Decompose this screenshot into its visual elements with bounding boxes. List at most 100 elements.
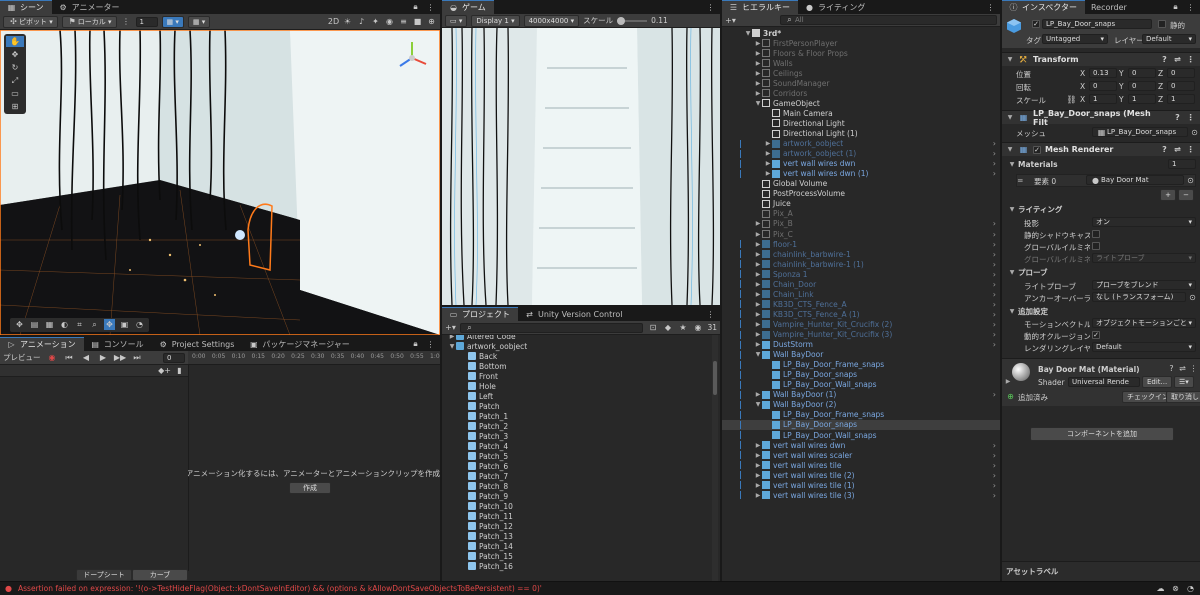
project-item[interactable]: Patch_7 [442, 471, 710, 481]
open-prefab-icon[interactable]: › [993, 219, 996, 228]
lock-icon[interactable]: 🔒︎ [410, 2, 421, 13]
prev-key-icon[interactable]: ◀ [81, 352, 92, 363]
materials-foldout[interactable]: ▼ Materials [1008, 160, 1058, 169]
hierarchy-item[interactable]: LP_Bay_Door_Frame_snaps [722, 410, 1000, 420]
open-prefab-icon[interactable]: › [993, 471, 996, 480]
hierarchy-item[interactable]: ▶ chainlink_barbwire-1 › [722, 249, 1000, 259]
tab-inspector[interactable]: ⓘ インスペクター [1002, 0, 1085, 14]
hierarchy-item[interactable]: ▶ vert wall wires scaler › [722, 450, 1000, 460]
kebab-menu-icon[interactable]: ⋮ [705, 2, 716, 13]
hierarchy-item[interactable]: ▶ Corridors [722, 88, 1000, 98]
project-item[interactable]: ▼ artwork_oobject [442, 341, 710, 351]
open-prefab-icon[interactable]: › [993, 270, 996, 279]
hierarchy-item[interactable]: Pix_A [722, 209, 1000, 219]
foldout-closed-icon[interactable]: ▶ [754, 301, 762, 308]
foldout-closed-icon[interactable]: ▶ [754, 231, 762, 238]
audio-toggle-icon[interactable]: ♪ [356, 16, 367, 27]
hierarchy-item[interactable]: ▶ SoundManager [722, 78, 1000, 88]
transform-scale-z-field[interactable]: 1 [1167, 94, 1195, 104]
hierarchy-item[interactable]: ▶ Chain_Door › [722, 279, 1000, 289]
foldout-closed-icon[interactable]: ▶ [754, 311, 762, 318]
filter-label-icon[interactable]: ◆ [662, 322, 673, 333]
open-prefab-icon[interactable]: › [993, 330, 996, 339]
foldout-closed-icon[interactable]: ▶ [754, 60, 762, 67]
foldout-closed-icon[interactable]: ▶ [764, 150, 772, 157]
scene-viewport[interactable]: ✋ ✥ ↻ ⤢ ▭ ⊞ ✥ ▤ ▦ ◐ ⌗ ⌕ ✥ ▣ ◔ [0, 30, 440, 335]
record-icon[interactable]: ◉ [47, 352, 58, 363]
lighting-toggle-icon[interactable]: ☀ [342, 16, 353, 27]
foldout-closed-icon[interactable]: ▶ [754, 391, 762, 398]
mesh-renderer-header[interactable]: ▼ ▦ ✓ Mesh Renderer ? ⇌ ⋮ [1002, 142, 1200, 156]
scale-slider[interactable] [617, 16, 648, 25]
anchor-override-field[interactable]: なし (トランスフォーム) [1092, 292, 1186, 302]
kebab-menu-icon[interactable]: ⋮ [425, 339, 436, 350]
foldout-closed-icon[interactable]: ▶ [754, 281, 762, 288]
presets-icon[interactable]: ⇌ [1177, 363, 1188, 374]
next-key-icon[interactable]: ▶▶ [114, 352, 126, 363]
hierarchy-item[interactable]: LP_Bay_Door_Wall_snaps [722, 380, 1000, 390]
object-name-field[interactable]: LP_Bay_Door_snaps [1042, 19, 1152, 29]
project-item[interactable]: Left [442, 391, 710, 401]
hierarchy-item[interactable]: ▼ Wall BayDoor [722, 350, 1000, 360]
rect-tool-icon[interactable]: ▭ [6, 88, 24, 99]
2d-toggle-icon[interactable]: 2D [328, 16, 339, 27]
project-item[interactable]: Patch_1 [442, 411, 710, 421]
hierarchy-item[interactable]: ▶ artwork_oobject (1) › [722, 149, 1000, 159]
mesh-filter-header[interactable]: ▼ ▦ LP_Bay_Door_snaps (Mesh Filt ? ⋮ [1002, 109, 1200, 127]
project-item[interactable]: Hole [442, 381, 710, 391]
hierarchy-item[interactable]: ▶ vert wall wires tile (2) › [722, 470, 1000, 480]
filter-type-icon[interactable]: ⊡ [647, 322, 658, 333]
open-prefab-icon[interactable]: › [993, 461, 996, 470]
scale-slider-handle[interactable] [617, 16, 626, 25]
project-item[interactable]: Patch_3 [442, 431, 710, 441]
project-item[interactable]: Patch_12 [442, 521, 710, 531]
tag-dropdown[interactable]: Untagged ▾ [1042, 34, 1108, 44]
hierarchy-item[interactable]: ▶ Vampire_Hunter_Kit_Crucifix (2) › [722, 319, 1000, 329]
open-prefab-icon[interactable]: › [993, 481, 996, 490]
transform-position-y-field[interactable]: 0 [1128, 68, 1156, 78]
hierarchy-item[interactable]: ▶ KB3D_CTS_Fence_A (1) › [722, 309, 1000, 319]
axis-x-label[interactable]: X [1080, 82, 1085, 91]
hierarchy-item[interactable]: ▶ Vampire_Hunter_Kit_Crucifix (3) › [722, 330, 1000, 340]
gizmos-icon[interactable]: ⊕ [426, 16, 437, 27]
object-picker-icon[interactable]: ⊙ [1187, 292, 1198, 303]
foldout-closed-icon[interactable]: ▶ [754, 492, 762, 499]
static-shadow-caster-checkbox[interactable] [1092, 230, 1100, 238]
star-icon[interactable]: ★ [677, 322, 688, 333]
shader-edit-button[interactable]: Edit... [1142, 376, 1173, 388]
kebab-menu-icon[interactable]: ⋮ [1185, 2, 1196, 13]
hierarchy-item[interactable]: PostProcessVolume [722, 189, 1000, 199]
transform-scale-x-field[interactable]: 1 [1089, 94, 1117, 104]
create-animation-button[interactable]: 作成 [289, 482, 331, 494]
transform-position-x-field[interactable]: 0.13 [1089, 68, 1117, 78]
add-material-button[interactable]: + [1160, 189, 1176, 201]
foldout-closed-icon[interactable]: ▶ [754, 291, 762, 298]
component-menu-icon[interactable]: ⋮ [1185, 144, 1196, 155]
light-probes-dropdown[interactable]: プローブをブレンド ▾ [1092, 280, 1196, 290]
overlay-layout-icon[interactable]: ▤ [29, 319, 40, 330]
foldout-open-icon[interactable]: ▼ [448, 343, 456, 350]
rotate-tool-icon[interactable]: ↻ [6, 62, 24, 73]
dynamic-occlusion-checkbox[interactable]: ✓ [1092, 331, 1100, 339]
effects-icon[interactable]: ✦ [370, 16, 381, 27]
tab-game[interactable]: ◒ ゲーム [442, 0, 494, 14]
overlay-move-icon[interactable]: ✥ [14, 319, 25, 330]
foldout-open-icon[interactable]: ▼ [744, 30, 752, 37]
timeline-ruler[interactable]: 0:00 0:05 0:10 0:15 0:20 0:25 0:30 0:35 0:40 0:45… [188, 351, 440, 365]
open-prefab-icon[interactable]: › [993, 340, 996, 349]
foldout-closed-icon[interactable]: ▶ [764, 170, 772, 177]
tab-package-manager[interactable]: ▣ パッケージマネージャー [242, 337, 357, 351]
project-item[interactable]: Patch_9 [442, 491, 710, 501]
overlay-ruler-icon[interactable]: ◔ [134, 319, 145, 330]
foldout-closed-icon[interactable]: ▶ [754, 472, 762, 479]
presets-icon[interactable]: ⇌ [1172, 144, 1183, 155]
tab-lighting[interactable]: ● ライティング [798, 0, 873, 14]
foldout-closed-icon[interactable]: ▶ [754, 40, 762, 47]
hierarchy-item[interactable]: Directional Light [722, 118, 1000, 128]
curves-tab[interactable]: カーブ [132, 569, 188, 581]
add-event-icon[interactable]: ▮ [174, 365, 185, 376]
kebab-menu-icon[interactable]: ⋮ [425, 2, 436, 13]
cloud-icon[interactable]: ☁ [1155, 583, 1166, 594]
tab-version-control[interactable]: ⇄ Unity Version Control [518, 307, 630, 321]
foldout-closed-icon[interactable]: ▶ [754, 241, 762, 248]
